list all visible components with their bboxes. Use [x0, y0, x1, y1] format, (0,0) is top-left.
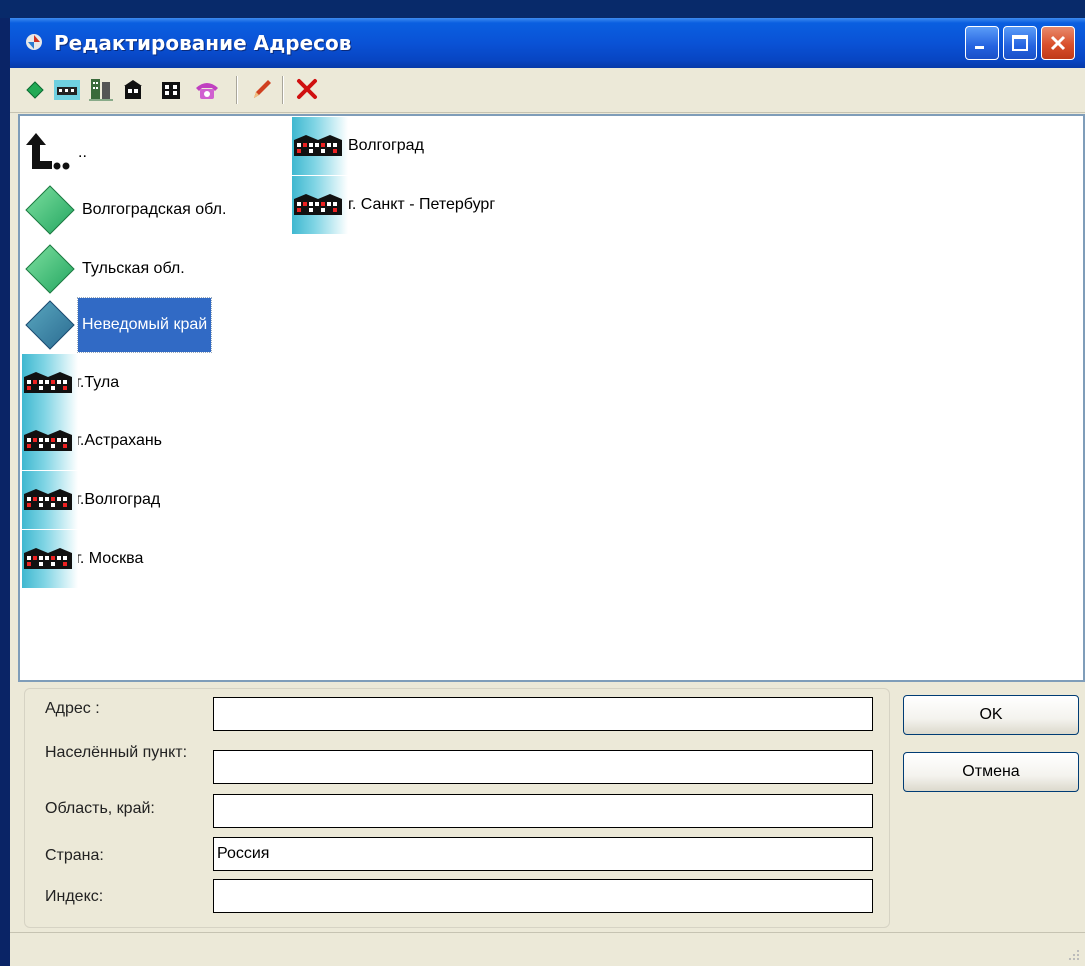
folder-up-icon [26, 133, 70, 170]
index-field[interactable] [213, 879, 873, 913]
building-icon[interactable] [156, 76, 186, 104]
window-title: Редактирование Адресов [54, 31, 352, 55]
region-icon[interactable] [20, 76, 50, 104]
region-label: Область, край: [45, 800, 155, 817]
index-label: Индекс: [45, 888, 104, 905]
city-icon [22, 471, 78, 529]
region-field[interactable] [213, 794, 873, 828]
country-label: Страна: [45, 847, 104, 864]
list-item-label: г. Санкт - Петербург [348, 196, 496, 213]
list-item-label: Неведомый край [76, 297, 213, 353]
app-icon [26, 34, 42, 50]
address-editor-window: Редактирование Адресов .. Волгоградская … [10, 18, 1085, 966]
minimize-button[interactable] [965, 26, 999, 60]
list-item-up[interactable]: .. [22, 124, 91, 182]
list-item-label: г.Тула [76, 374, 120, 391]
city-icon[interactable] [52, 76, 82, 104]
resize-grip-icon[interactable] [1067, 948, 1081, 962]
list-item[interactable]: г.Тула [22, 354, 123, 412]
city-icon [22, 412, 78, 470]
address-form: Адрес : Населённый пункт: Область, край:… [24, 688, 890, 928]
house-icon[interactable] [118, 76, 148, 104]
list-item-selected[interactable]: Неведомый край [22, 296, 213, 354]
toolbar-separator [236, 76, 238, 104]
list-item[interactable]: г.Волгоград [22, 471, 164, 529]
list-item-label: г.Астрахань [76, 432, 163, 449]
city-icon [22, 530, 78, 588]
region-diamond-icon [25, 244, 75, 294]
maximize-button[interactable] [1003, 26, 1037, 60]
list-item[interactable]: Тульская обл. [22, 240, 189, 298]
maximize-icon [1012, 35, 1028, 51]
minimize-icon [975, 46, 984, 49]
edit-icon[interactable] [246, 76, 276, 104]
desktop-strip [0, 0, 1085, 18]
locality-label: Населённый пункт: [45, 744, 188, 761]
locality-field[interactable] [213, 750, 873, 784]
list-item-label: Волгоград [348, 137, 424, 154]
cancel-button[interactable]: Отмена [903, 752, 1079, 792]
city-icon [292, 176, 348, 234]
list-item[interactable]: г. Москва [22, 530, 147, 588]
country-field[interactable] [213, 837, 873, 871]
region-diamond-icon [25, 300, 75, 350]
status-bar [10, 932, 1085, 966]
address-label: Адрес : [45, 700, 100, 717]
list-item-label: г. Москва [76, 550, 144, 567]
delete-icon[interactable] [292, 76, 322, 104]
list-item[interactable]: Волгоград [292, 117, 428, 175]
list-item-label: Волгоградская обл. [82, 201, 227, 218]
address-field[interactable] [213, 697, 873, 731]
ok-button[interactable]: OK [903, 695, 1079, 735]
street-icon[interactable] [86, 76, 116, 104]
toolbar-separator [282, 76, 284, 104]
region-diamond-icon [25, 185, 75, 235]
list-item[interactable]: г.Астрахань [22, 412, 166, 470]
list-item[interactable]: Волгоградская обл. [22, 181, 230, 239]
list-item-label: г.Волгоград [76, 491, 161, 508]
phone-icon[interactable] [192, 76, 222, 104]
close-icon [1050, 35, 1066, 51]
city-icon [22, 354, 78, 412]
list-item-label: Тульская обл. [82, 260, 185, 277]
list-item[interactable]: г. Санкт - Петербург [292, 176, 499, 234]
toolbar [10, 68, 1085, 113]
address-list[interactable]: .. Волгоградская обл. Тульская обл. Неве… [18, 114, 1085, 682]
city-icon [292, 117, 348, 175]
title-bar[interactable]: Редактирование Адресов [10, 18, 1085, 68]
close-button[interactable] [1041, 26, 1075, 60]
